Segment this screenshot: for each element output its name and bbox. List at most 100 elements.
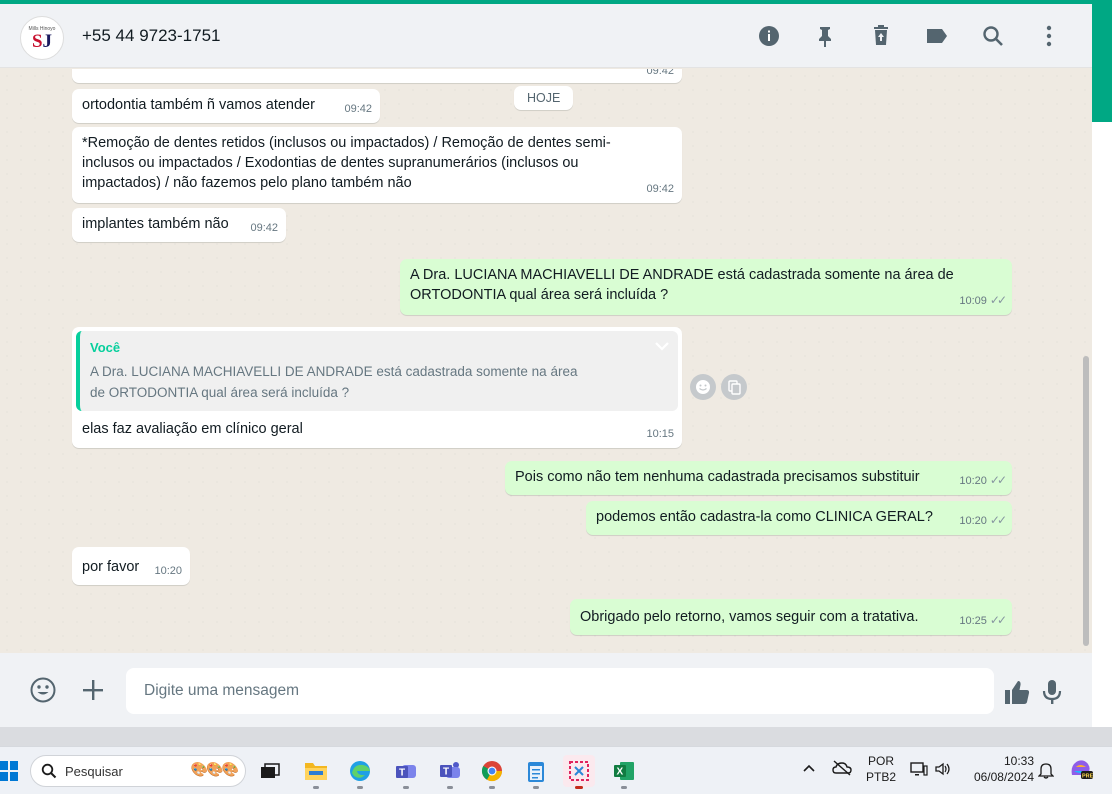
message-time-value: 10:25 [959,615,987,627]
keyboard-language-bottom: PTB2 [865,770,896,784]
delete-icon[interactable] [864,22,898,50]
message-outgoing[interactable]: podemos então cadastra-la como CLINICA G… [586,501,1012,535]
microphone-icon[interactable] [1038,677,1066,707]
emoji-reaction-icon[interactable] [690,374,716,400]
chat-messages-area: 09:42 HOJE ortodontia também ñ vamos ate… [0,69,1092,653]
system-clock[interactable]: 10:33 06/08/2024 [960,753,1034,785]
notepad-icon[interactable] [520,755,552,789]
message-composer [0,653,1092,727]
read-receipt-icon: ✓✓ [989,513,1007,527]
message-time-value: 10:20 [959,475,987,487]
teams-icon[interactable]: T [390,755,422,789]
message-input[interactable] [126,668,994,714]
message-incoming[interactable]: 09:42 [72,69,682,83]
message-text: por favor [82,559,140,575]
search-icon [41,763,57,779]
whatsapp-window: Mills Hinoyo SJ +55 44 9723-1751 09:42 H… [0,4,1092,727]
message-text: elas faz avaliação em clínico geral [82,421,303,437]
avatar-logo: SJ [31,30,53,52]
message-time: 10:20 ✓✓ [959,470,1007,491]
file-explorer-icon[interactable] [300,755,332,789]
label-icon[interactable] [920,22,954,50]
taskbar-search[interactable]: Pesquisar 🎨🎨🎨 [30,755,246,787]
message-time: 09:42 [646,69,674,77]
message-time: 10:15 [646,428,674,440]
message-time: 09:42 [344,103,372,115]
windows-taskbar: Pesquisar 🎨🎨🎨 T T X POR PTB2 10:33 06/08… [0,746,1112,794]
chat-scrollbar[interactable] [1083,356,1089,646]
header-actions [752,22,1066,50]
window-side-accent [1092,0,1112,122]
message-time: 10:20 ✓✓ [959,510,1007,531]
network-icon[interactable] [910,761,928,781]
keyboard-language[interactable]: POR PTB2 [862,753,900,785]
attach-plus-icon[interactable] [78,675,108,705]
chrome-icon[interactable] [476,755,508,789]
copilot-icon[interactable]: PRE [1068,757,1094,785]
svg-text:T: T [399,768,405,779]
search-highlight-icon: 🎨🎨🎨 [190,761,239,777]
volume-icon[interactable] [934,761,952,781]
chevron-down-icon[interactable] [654,337,670,357]
message-text-line: A Dra. LUCIANA MACHIAVELLI DE ANDRADE es… [410,267,954,283]
quoted-message[interactable]: Você A Dra. LUCIANA MACHIAVELLI DE ANDRA… [76,331,678,411]
message-incoming-reply[interactable]: Você A Dra. LUCIANA MACHIAVELLI DE ANDRA… [72,327,682,448]
quoted-text-line: A Dra. LUCIANA MACHIAVELLI DE ANDRADE es… [90,364,578,379]
message-time: 10:25 ✓✓ [959,610,1007,631]
taskbar-search-label: Pesquisar [65,763,123,779]
message-incoming[interactable]: ortodontia também ñ vamos atender 09:42 [72,89,380,123]
read-receipt-icon: ✓✓ [989,473,1007,487]
message-text: Obrigado pelo retorno, vamos seguir com … [580,609,919,625]
chat-header: Mills Hinoyo SJ +55 44 9723-1751 [0,4,1092,68]
message-outgoing[interactable]: A Dra. LUCIANA MACHIAVELLI DE ANDRADE es… [400,259,1012,315]
svg-text:T: T [443,767,449,778]
message-time: 10:20 [154,565,182,577]
emoji-icon[interactable] [28,675,58,705]
message-text-line: ORTODONTIA qual área será incluída ? [410,287,669,303]
quoted-author: Você [90,340,121,355]
message-text: ortodontia também ñ vamos atender [82,97,315,113]
teams-work-icon[interactable]: T [434,755,466,789]
window-gap [0,727,1112,746]
date-separator: HOJE [514,86,574,110]
onedrive-offline-icon[interactable] [832,760,852,780]
message-incoming[interactable]: por favor 10:20 [72,547,190,585]
tray-overflow-chevron-icon[interactable] [802,761,816,777]
message-outgoing[interactable]: Obrigado pelo retorno, vamos seguir com … [570,599,1012,635]
message-incoming[interactable]: *Remoção de dentes retidos (inclusos ou … [72,127,682,203]
svg-text:PRE: PRE [1082,774,1094,780]
avatar-logo-j: J [42,30,53,52]
message-time: 10:09 ✓✓ [959,290,1007,311]
excel-icon[interactable]: X [608,755,640,789]
notification-bell-icon[interactable] [1037,761,1055,783]
forward-copy-icon[interactable] [721,374,747,400]
windows-start-icon[interactable] [0,761,18,781]
read-receipt-icon: ✓✓ [989,293,1007,307]
message-text-line: inclusos ou impactados / Exodontias de d… [82,155,579,171]
task-view-icon[interactable] [254,755,286,787]
message-time: 09:42 [646,183,674,195]
read-receipt-icon: ✓✓ [989,613,1007,627]
info-icon[interactable] [752,22,786,50]
search-icon[interactable] [976,22,1010,50]
thumbs-up-icon[interactable] [1002,677,1032,707]
message-text-line: impactados) / não fazemos pelo plano tam… [82,175,412,191]
message-time: 09:42 [250,222,278,234]
edge-browser-icon[interactable] [344,755,376,789]
clock-date: 06/08/2024 [973,770,1034,784]
snipping-tool-icon[interactable] [563,755,595,789]
message-incoming[interactable]: implantes também não 09:42 [72,208,286,242]
contact-name[interactable]: +55 44 9723-1751 [82,26,221,46]
clock-time: 10:33 [1003,754,1034,768]
message-text: Pois como não tem nenhuma cadastrada pre… [515,469,920,485]
quoted-text-line: de ORTODONTIA qual área será incluída ? [90,385,350,400]
menu-icon[interactable] [1032,22,1066,50]
message-outgoing[interactable]: Pois como não tem nenhuma cadastrada pre… [505,461,1012,495]
message-text: podemos então cadastra-la como CLINICA G… [596,509,933,525]
svg-text:X: X [617,767,624,778]
avatar-logo-s: S [31,30,43,52]
pin-icon[interactable] [808,22,842,50]
message-text: implantes também não [82,216,229,232]
keyboard-language-top: POR [867,754,894,768]
contact-avatar[interactable]: Mills Hinoyo SJ [20,16,64,60]
